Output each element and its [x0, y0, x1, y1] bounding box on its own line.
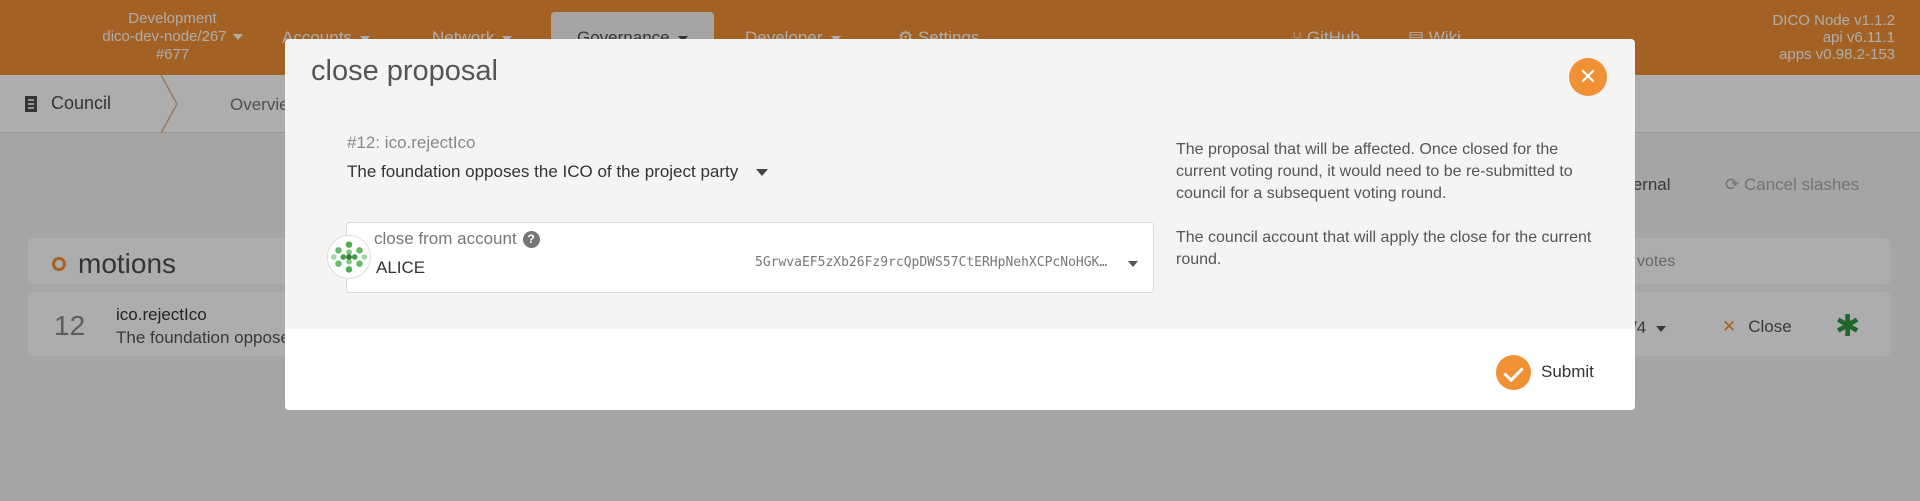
account-identicon-icon: [327, 235, 371, 279]
proposal-help-text: The proposal that will be affected. Once…: [1176, 141, 1573, 202]
submit-label: Submit: [1541, 362, 1594, 381]
submit-button[interactable]: Submit: [1496, 354, 1594, 390]
account-address: 5GrwvaEF5zXb26Fz9rcQpDWS57CtERHpNehXCPcN…: [755, 255, 1110, 270]
close-proposal-modal: close proposal ✕ #12: ico.rejectIco The …: [285, 39, 1635, 410]
account-name: ALICE: [376, 258, 426, 277]
modal-title: close proposal: [311, 55, 498, 87]
account-label-text: close from account: [374, 229, 517, 248]
proposal-select[interactable]: The foundation opposes the ICO of the pr…: [347, 162, 769, 182]
chevron-down-icon[interactable]: [1128, 261, 1138, 267]
help-icon[interactable]: ?: [522, 230, 540, 248]
chevron-down-icon: [756, 169, 769, 177]
proposal-reference: #12: ico.rejectIco: [347, 133, 476, 152]
account-help-text: The council account that will apply the …: [1176, 229, 1592, 268]
account-field-label: close from account?: [374, 229, 540, 249]
modal-footer: [285, 329, 1635, 410]
proposal-selected-value: The foundation opposes the ICO of the pr…: [347, 162, 739, 181]
check-icon: [1496, 354, 1531, 390]
close-icon: ✕: [1578, 64, 1598, 89]
modal-close-button[interactable]: ✕: [1569, 58, 1607, 96]
